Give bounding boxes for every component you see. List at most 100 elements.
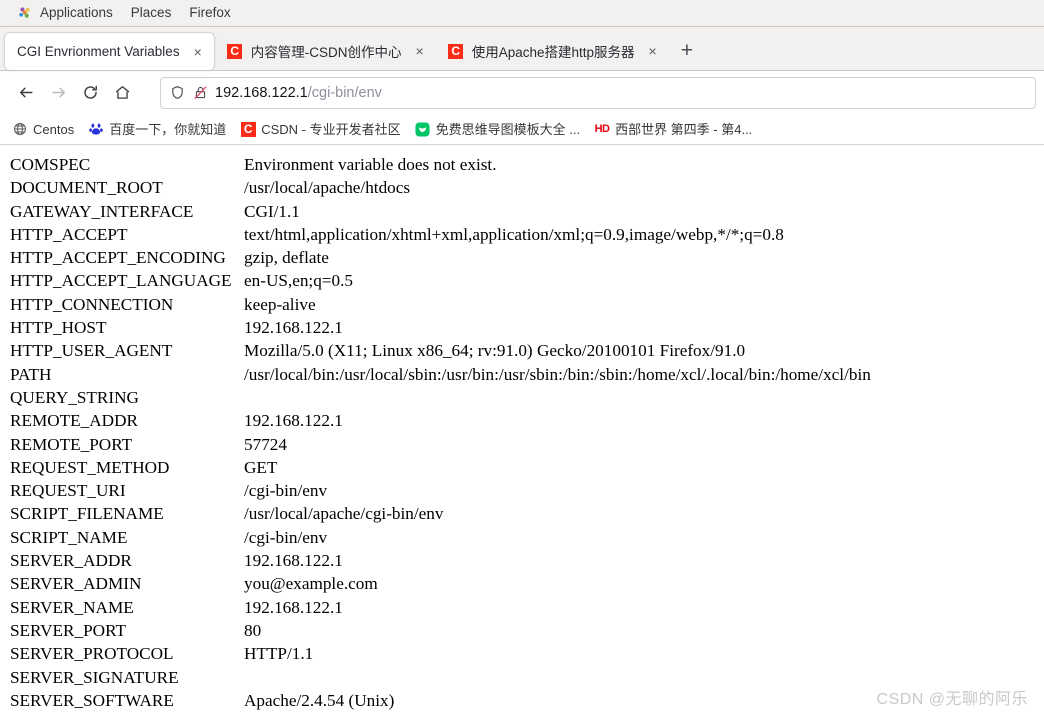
- env-var-value: 57724: [244, 434, 287, 454]
- browser-navigation-toolbar: 192.168.122.1/cgi-bin/env: [0, 71, 1044, 114]
- mindmap-icon: [415, 121, 431, 137]
- table-row: HTTP_USER_AGENT Mozilla/5.0 (X11; Linux x…: [10, 339, 871, 362]
- csdn-icon: C: [448, 43, 464, 59]
- globe-icon: [12, 121, 28, 137]
- browser-tab-active[interactable]: CGI Envrionment Variables ×: [4, 32, 215, 70]
- tab-close-icon[interactable]: ×: [647, 44, 659, 58]
- bookmark-csdn[interactable]: C CSDN - 专业开发者社区: [234, 118, 406, 140]
- env-var-value: CGI/1.1: [244, 201, 300, 221]
- reload-icon[interactable]: [74, 77, 106, 109]
- panel-item-label: Places: [130, 5, 172, 21]
- bookmark-label: CSDN - 专业开发者社区: [261, 121, 401, 137]
- bookmark-baidu[interactable]: 百度一下，你就知道: [82, 118, 232, 140]
- url-host: 192.168.122.1: [215, 84, 308, 101]
- browser-tab-csdn-creator[interactable]: C 内容管理-CSDN创作中心 ×: [215, 33, 436, 69]
- url-path: /cgi-bin/env: [307, 84, 382, 101]
- env-var-value: keep-alive: [244, 294, 316, 314]
- env-var-name: SERVER_PROTOCOL: [10, 644, 174, 664]
- table-row: SERVER_ADMIN you@example.com: [10, 572, 871, 595]
- panel-item-label: Firefox: [189, 5, 231, 21]
- table-row: SERVER_PROTOCOL HTTP/1.1: [10, 642, 871, 665]
- forward-arrow-icon[interactable]: [42, 77, 74, 109]
- browser-tab-strip: CGI Envrionment Variables × C 内容管理-CSDN创…: [0, 27, 1044, 71]
- panel-item-places[interactable]: Places: [122, 6, 181, 20]
- page-content: COMSPEC Environment variable does not exi…: [0, 145, 1044, 719]
- back-arrow-icon[interactable]: [10, 77, 42, 109]
- bookmark-label: 西部世界 第四季 - 第4...: [615, 121, 753, 137]
- env-var-name: COMSPEC: [10, 155, 91, 174]
- env-var-name: SERVER_ADMIN: [10, 574, 142, 594]
- env-var-name: HTTP_CONNECTION: [10, 294, 174, 314]
- env-var-name: PATH: [10, 364, 52, 384]
- env-var-name: SERVER_PORT: [10, 620, 127, 640]
- env-var-value: 80: [244, 620, 262, 640]
- bookmark-westworld[interactable]: HD 西部世界 第四季 - 第4...: [588, 118, 758, 140]
- desktop-top-panel: Applications Places Firefox: [0, 0, 1044, 27]
- url-text[interactable]: 192.168.122.1/cgi-bin/env: [215, 85, 382, 101]
- env-var-value: /usr/local/bin:/usr/local/sbin:/usr/bin:…: [244, 364, 871, 384]
- env-var-name: REMOTE_PORT: [10, 434, 133, 454]
- table-row: COMSPEC Environment variable does not exi…: [10, 153, 871, 176]
- env-var-name: SERVER_SOFTWARE: [10, 690, 174, 710]
- bookmark-label: 百度一下，你就知道: [109, 121, 227, 137]
- hd-icon: HD: [594, 121, 611, 137]
- table-row: SCRIPT_NAME/cgi-bin/env: [10, 526, 871, 549]
- env-var-name: SERVER_NAME: [10, 597, 134, 617]
- env-var-name: HTTP_ACCEPT_LANGUAGE: [10, 271, 232, 291]
- env-var-value: HTTP/1.1: [244, 644, 314, 664]
- csdn-watermark: CSDN @无聊的阿乐: [876, 691, 1028, 708]
- env-var-value: /usr/local/apache/htdocs: [244, 178, 411, 198]
- table-row: SERVER_SIGNATURE: [10, 666, 871, 689]
- tab-strip-divider: [0, 70, 1044, 71]
- env-var-name: REMOTE_ADDR: [10, 411, 138, 431]
- env-var-name: DOCUMENT_ROOT: [10, 178, 163, 198]
- env-var-name: QUERY_STRING: [10, 387, 139, 407]
- env-var-name: HTTP_USER_AGENT: [10, 341, 173, 361]
- csdn-icon-letter: C: [227, 43, 243, 59]
- tab-close-icon[interactable]: ×: [192, 45, 204, 59]
- bookmark-centos[interactable]: Centos: [6, 118, 80, 140]
- table-row: SERVER_PORT 80: [10, 619, 871, 642]
- env-var-name: HTTP_HOST: [10, 318, 107, 338]
- tab-close-icon[interactable]: ×: [414, 44, 426, 58]
- table-row: SERVER_NAME 192.168.122.1: [10, 596, 871, 619]
- browser-tab-apache-http[interactable]: C 使用Apache搭建http服务器 ×: [436, 33, 669, 69]
- new-tab-button[interactable]: +: [669, 40, 705, 61]
- env-var-value: 192.168.122.1: [244, 318, 343, 338]
- table-row: REMOTE_ADDR 192.168.122.1: [10, 409, 871, 432]
- env-var-value: 192.168.122.1: [244, 411, 343, 431]
- bookmark-label: Centos: [33, 121, 75, 137]
- table-row: PATH/usr/local/bin:/usr/local/sbin:/usr/…: [10, 363, 871, 386]
- cgi-environment-table: COMSPEC Environment variable does not exi…: [10, 153, 871, 712]
- env-var-value: en-US,en;q=0.5: [244, 271, 353, 291]
- trailing-text: <: [10, 713, 1044, 719]
- env-var-name: REQUEST_URI: [10, 481, 126, 501]
- env-var-value: [244, 386, 871, 409]
- table-row: REMOTE_PORT 57724: [10, 433, 871, 456]
- home-icon[interactable]: [106, 77, 138, 109]
- baidu-paw-icon: [88, 121, 104, 137]
- table-row: REQUEST_URI/cgi-bin/env: [10, 479, 871, 502]
- env-var-name: HTTP_ACCEPT: [10, 224, 128, 244]
- lock-broken-icon[interactable]: [192, 85, 208, 101]
- env-var-value: text/html,application/xhtml+xml,applicat…: [244, 224, 784, 244]
- env-var-name: HTTP_ACCEPT_ENCODING: [10, 248, 226, 268]
- panel-item-applications[interactable]: Applications: [8, 5, 122, 21]
- csdn-icon: C: [240, 121, 256, 137]
- table-row: SERVER_SOFTWARE Apache/2.4.54 (Unix): [10, 689, 871, 712]
- cgi-environment-table-body: COMSPEC Environment variable does not exi…: [10, 153, 871, 712]
- env-var-name: SERVER_SIGNATURE: [10, 667, 179, 687]
- env-var-value: /cgi-bin/env: [244, 481, 328, 501]
- csdn-icon-letter: C: [448, 43, 464, 59]
- table-row: HTTP_CONNECTION keep-alive: [10, 293, 871, 316]
- env-var-value: 192.168.122.1: [244, 551, 343, 571]
- panel-item-firefox[interactable]: Firefox: [180, 6, 239, 20]
- table-row: HTTP_HOST 192.168.122.1: [10, 316, 871, 339]
- url-bar[interactable]: 192.168.122.1/cgi-bin/env: [160, 76, 1036, 109]
- table-row: HTTP_ACCEPT text/html,application/xhtml+x…: [10, 223, 871, 246]
- env-var-name: SERVER_ADDR: [10, 551, 132, 571]
- csdn-icon: C: [227, 43, 243, 59]
- bookmark-mindmap[interactable]: 免费思维导图模板大全 ...: [409, 118, 586, 140]
- bookmarks-toolbar: Centos 百度一下，你就知道 C CSDN - 专业开发者社区 免费思维导图: [0, 114, 1044, 145]
- shield-icon[interactable]: [169, 85, 185, 101]
